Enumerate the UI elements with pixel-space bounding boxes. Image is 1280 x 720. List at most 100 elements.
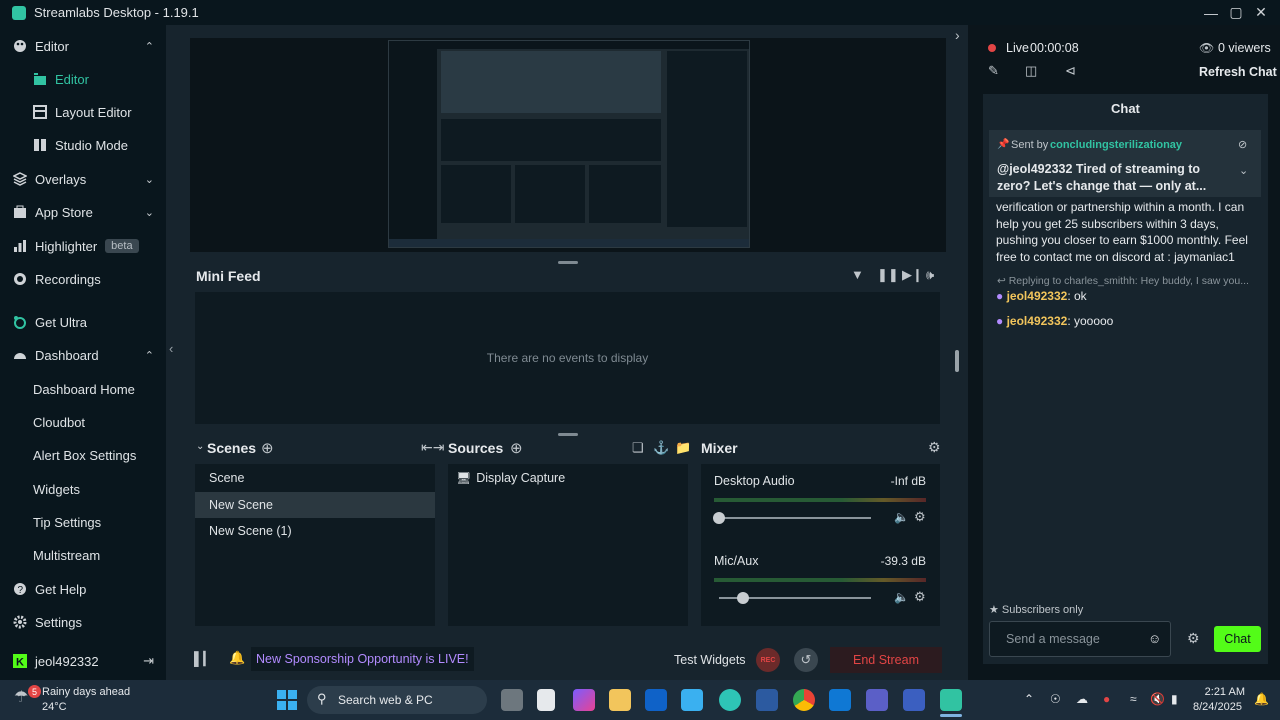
wifi-icon[interactable]: ≈	[1130, 692, 1137, 706]
maximize-icon[interactable]: ▢	[1223, 0, 1249, 25]
refresh-chat-button[interactable]: Refresh Chat	[1199, 65, 1277, 79]
filter-icon[interactable]: ▼	[851, 267, 864, 282]
mic-off-icon[interactable]: ⚓	[653, 440, 669, 456]
test-widgets-button[interactable]: Test Widgets	[674, 653, 746, 667]
streamlabs-taskbar-icon[interactable]	[940, 689, 962, 711]
chrome-icon[interactable]	[793, 689, 815, 711]
battery-icon[interactable]: ▮	[1171, 692, 1178, 706]
notifications-icon[interactable]: 🔔	[1254, 692, 1269, 706]
outlook-icon[interactable]	[829, 689, 851, 711]
pause-icon[interactable]: ❚❚	[877, 267, 899, 283]
sidebar-item-tip-settings[interactable]: Tip Settings	[0, 508, 166, 536]
sponsorship-notification[interactable]: New Sponsorship Opportunity is LIVE!	[251, 647, 474, 671]
skip-icon[interactable]: ▶❙	[902, 267, 923, 283]
sidebar-item-multistream[interactable]: Multistream	[0, 541, 166, 569]
sidebar-item-recordings[interactable]: Recordings	[0, 265, 166, 293]
source-item[interactable]: 🖥 Display Capture	[456, 471, 565, 485]
sidebar-item-dashboard[interactable]: Dashboard ⌃	[0, 341, 166, 369]
sidebar-item-overlays[interactable]: Overlays ⌄	[0, 165, 166, 193]
taskbar-search[interactable]: ⚲ Search web & PC	[307, 686, 487, 714]
speaker-icon[interactable]: 🔈	[894, 510, 909, 524]
unpin-icon[interactable]: ⊘	[1238, 138, 1247, 151]
sidebar-item-widgets[interactable]: Widgets	[0, 475, 166, 503]
chevron-down-icon[interactable]: ⌄	[1239, 164, 1248, 177]
windows-start-icon[interactable]	[277, 690, 297, 710]
channel-settings-icon[interactable]: ⚙	[914, 589, 926, 605]
windows-taskbar	[0, 680, 1280, 720]
scene-item[interactable]: New Scene (1)	[195, 518, 435, 544]
dropbox-icon[interactable]	[645, 689, 667, 711]
sidebar-item-layout-editor[interactable]: Layout Editor	[0, 98, 166, 126]
emoji-icon[interactable]: ☺	[1148, 631, 1161, 646]
sidebar-item-editor[interactable]: Editor ⌃	[0, 32, 166, 60]
task-view-icon[interactable]	[501, 689, 523, 711]
volume-slider[interactable]	[719, 517, 871, 519]
chat-username[interactable]: jeol492332	[1007, 314, 1068, 328]
chat-settings-icon[interactable]: ⚙	[1187, 630, 1200, 647]
chat-username[interactable]: jeol492332	[1007, 289, 1068, 303]
copy-icon[interactable]: ❏	[632, 440, 644, 456]
close-icon[interactable]: ✕	[1248, 0, 1274, 25]
file-explorer-icon[interactable]	[609, 689, 631, 711]
sidebar-item-get-ultra[interactable]: Get Ultra	[0, 308, 166, 336]
replay-buffer-icon[interactable]: ↺	[794, 648, 818, 672]
chat-message[interactable]: ● jeol492332: yooooo	[996, 313, 1113, 330]
video-icon[interactable]: ◫	[1025, 63, 1037, 79]
speaker-icon[interactable]: 🔈	[894, 590, 909, 604]
tray-app-icon[interactable]: ☉	[1050, 692, 1061, 706]
edit-stream-icon[interactable]: ✎	[988, 63, 999, 79]
app-icon[interactable]	[756, 689, 778, 711]
add-source-icon[interactable]: ⊕	[510, 439, 523, 457]
sidebar-item-dashboard-home[interactable]: Dashboard Home	[0, 375, 166, 403]
chevron-down-icon: ⌄	[144, 206, 154, 219]
collapse-sidebar-icon[interactable]: ‹	[169, 341, 173, 356]
mic-icon[interactable]: ●	[1103, 692, 1110, 706]
mixer-settings-icon[interactable]: ⚙	[928, 439, 941, 456]
bell-icon[interactable]: 🔔	[229, 650, 245, 666]
sidebar-item-studio-mode[interactable]: Studio Mode	[0, 131, 166, 159]
clock-date[interactable]: 8/24/2025	[1193, 701, 1242, 713]
scene-transition-icon[interactable]: ⇤⇥	[421, 439, 444, 456]
share-icon[interactable]: ⊲	[1065, 63, 1076, 79]
resize-handle[interactable]	[558, 261, 578, 264]
chat-input[interactable]: Send a message ☺	[989, 621, 1171, 657]
send-chat-button[interactable]: Chat	[1214, 626, 1261, 652]
minimize-icon[interactable]: —	[1198, 0, 1224, 25]
record-button[interactable]: REC	[756, 648, 780, 672]
logout-icon[interactable]: ⇥	[143, 653, 154, 669]
scene-item-selected[interactable]: New Scene	[195, 492, 435, 518]
teams-icon[interactable]	[866, 689, 888, 711]
speaker-mute-icon[interactable]: 🔇	[1150, 692, 1165, 706]
app-icon[interactable]	[903, 689, 925, 711]
clock-time[interactable]: 2:21 AM	[1204, 686, 1245, 698]
chevron-up-icon[interactable]: ⌃	[1024, 692, 1034, 706]
sidebar-account[interactable]: K jeol492332 ⇥	[0, 647, 166, 675]
sidebar-item-alert-box[interactable]: Alert Box Settings	[0, 441, 166, 469]
sidebar-item-highlighter[interactable]: Highlighter beta	[0, 232, 166, 260]
copilot-icon[interactable]	[573, 689, 595, 711]
volume-slider-knob[interactable]	[713, 512, 725, 524]
sidebar-item-get-help[interactable]: ? Get Help	[0, 575, 166, 603]
sidebar-item-settings[interactable]: Settings	[0, 608, 166, 636]
stats-icon[interactable]: ▌▎	[194, 651, 213, 667]
sidebar-item-editor-sub[interactable]: Editor	[0, 65, 166, 93]
resize-handle[interactable]	[558, 433, 578, 436]
edge-icon[interactable]	[719, 689, 741, 711]
pinned-message[interactable]: 📌 Sent by concludingsterilizationay ⊘ @j…	[989, 130, 1261, 197]
collapse-chat-icon[interactable]: ›	[955, 27, 960, 43]
channel-settings-icon[interactable]: ⚙	[914, 509, 926, 525]
scrollbar-handle[interactable]	[955, 350, 959, 372]
chat-message[interactable]: ● jeol492332: ok	[996, 288, 1087, 305]
scene-item[interactable]: Scene	[195, 465, 435, 491]
store-app-icon[interactable]	[681, 689, 703, 711]
chevron-down-icon[interactable]: ⌄	[196, 441, 204, 452]
sidebar-item-cloudbot[interactable]: Cloudbot	[0, 408, 166, 436]
folder-icon[interactable]: 📁	[675, 440, 691, 456]
weather-widget[interactable]: ☂ 5	[14, 685, 41, 711]
sidebar-item-app-store[interactable]: App Store ⌄	[0, 198, 166, 226]
add-scene-icon[interactable]: ⊕	[261, 439, 274, 457]
file-icon[interactable]	[537, 689, 555, 711]
onedrive-icon[interactable]: ☁	[1076, 692, 1088, 706]
end-stream-button[interactable]: End Stream	[830, 647, 942, 673]
volume-icon[interactable]: 🕪	[926, 267, 934, 283]
